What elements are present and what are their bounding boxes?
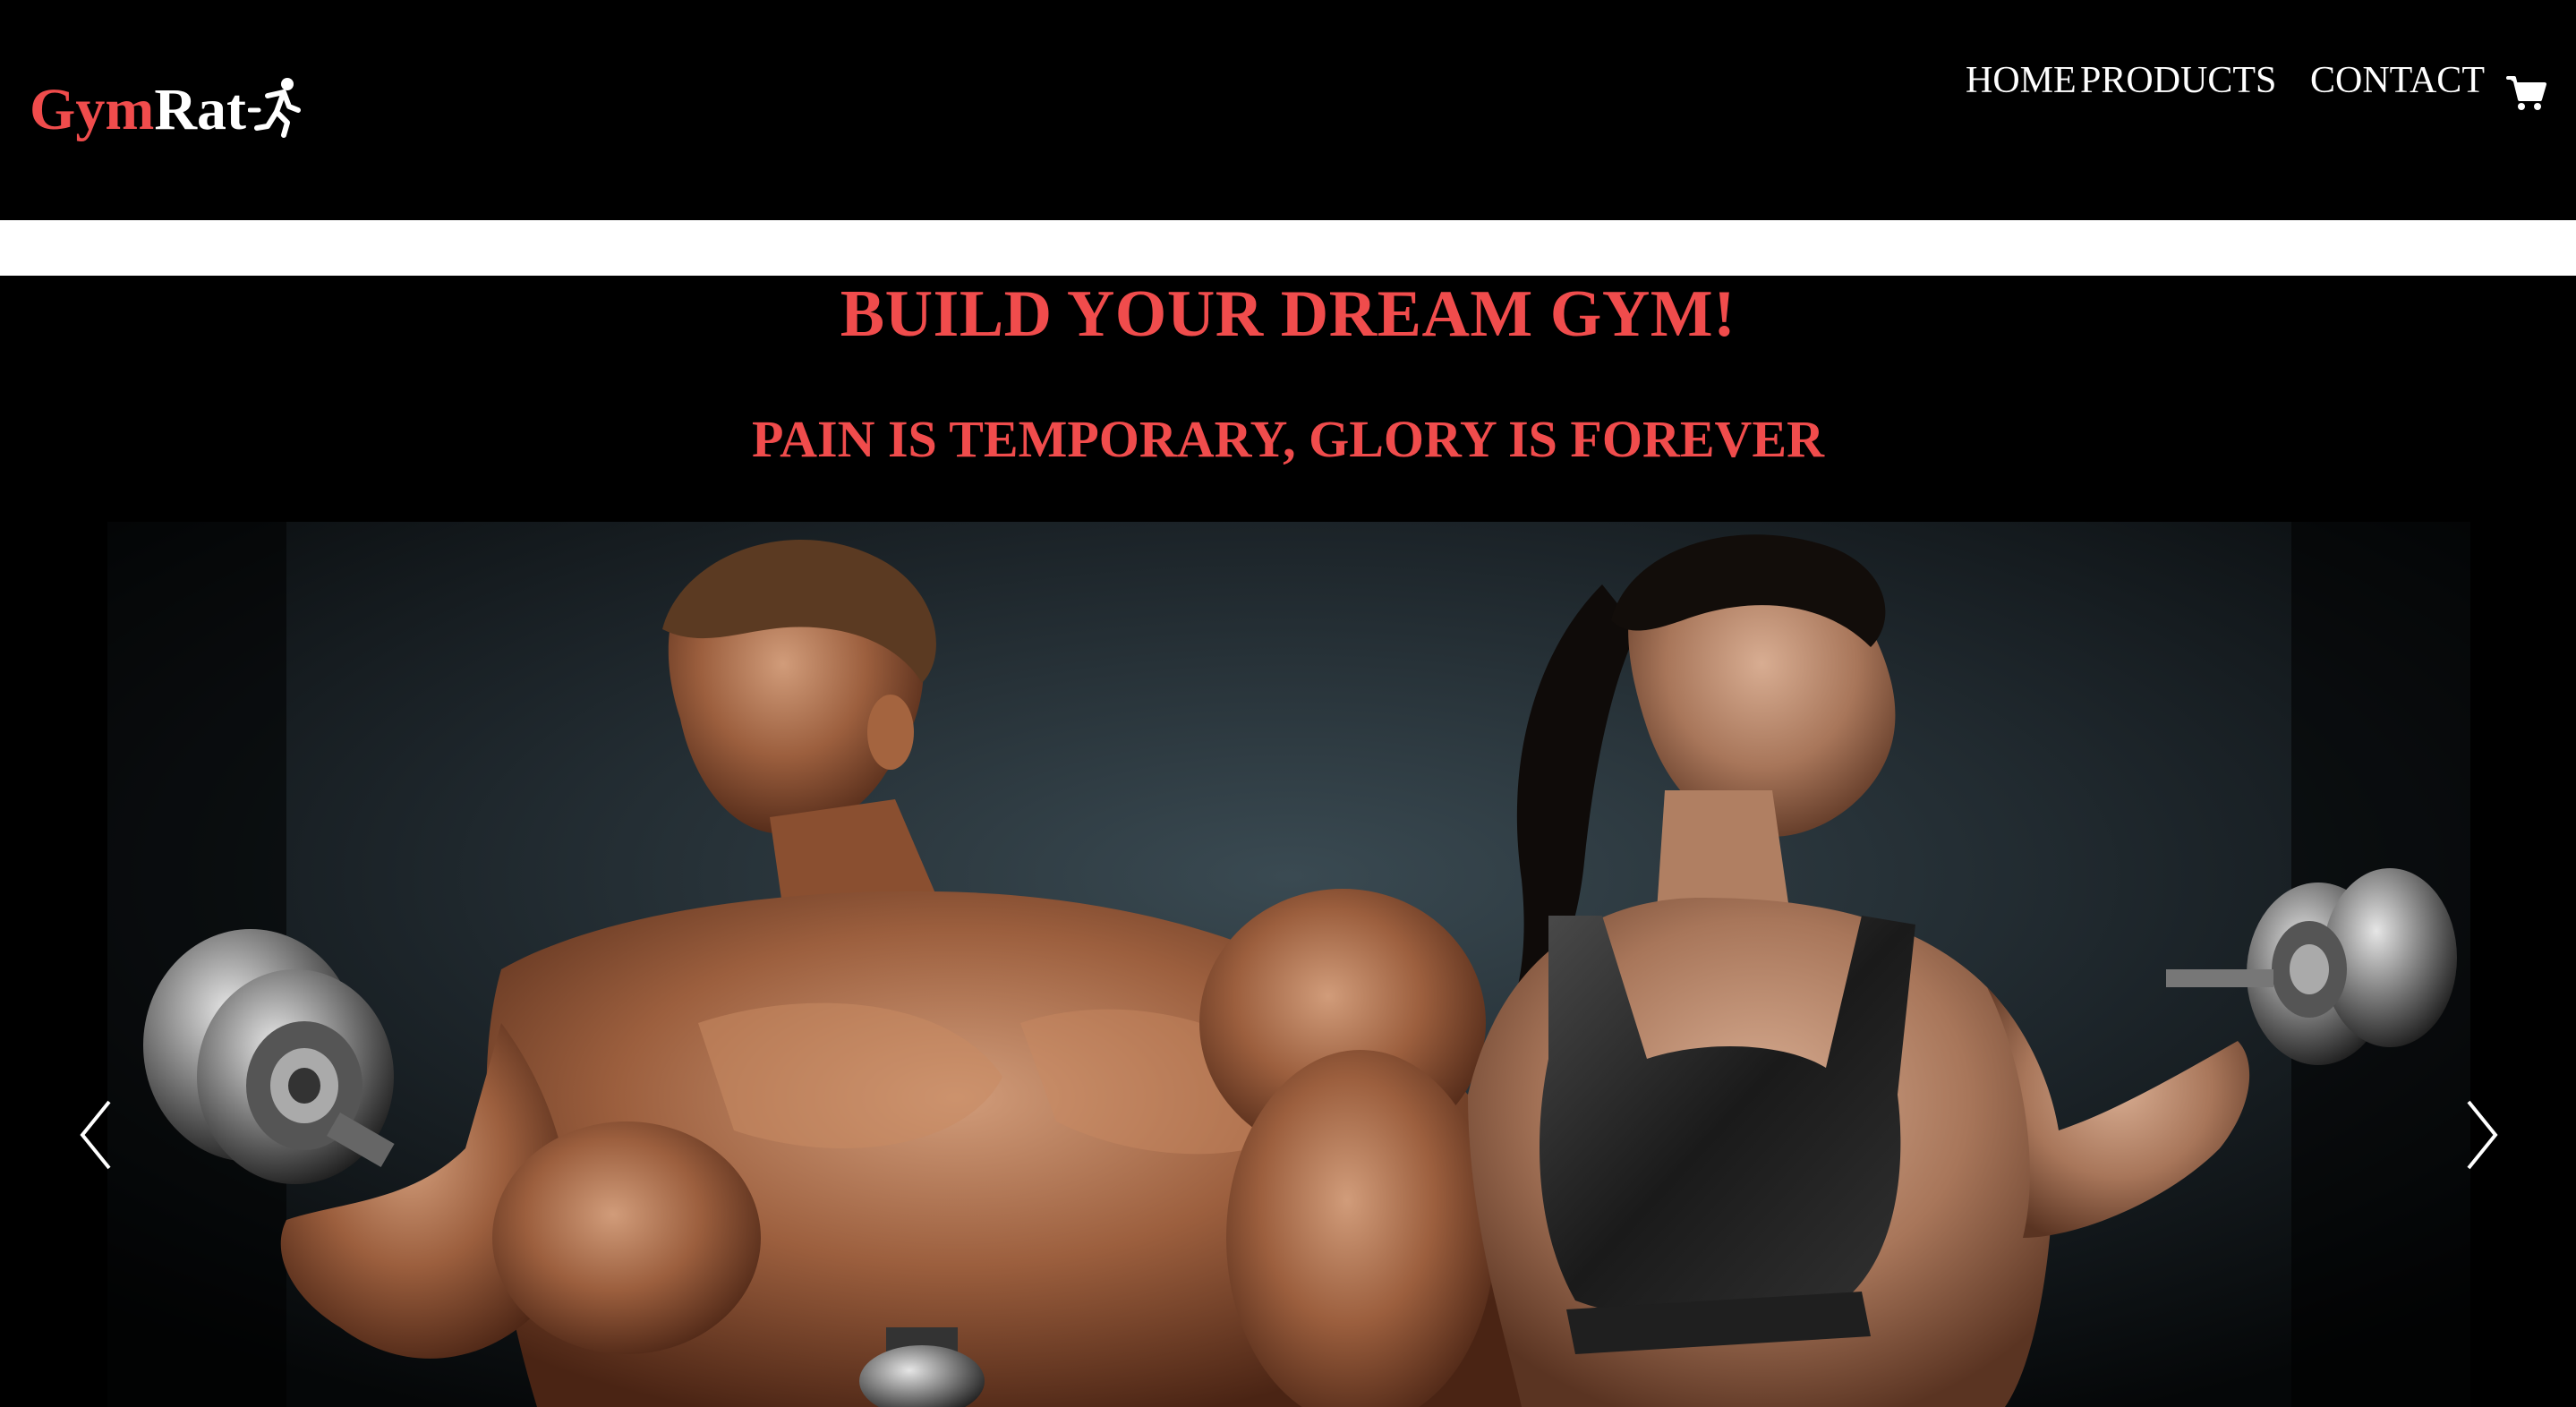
hero-subtitle: PAIN IS TEMPORARY, GLORY IS FOREVER <box>752 410 1824 468</box>
nav-contact-link[interactable]: CONTACT <box>2310 54 2485 107</box>
chevron-right-icon[interactable] <box>2451 1095 2504 1175</box>
nav-home-link[interactable]: HOME <box>1966 54 2077 107</box>
nav-products-link[interactable]: PRODUCTS <box>2080 54 2276 107</box>
brand-name-part1: Gym <box>30 77 155 142</box>
running-person-icon <box>247 78 301 138</box>
chevron-left-icon[interactable] <box>73 1095 127 1175</box>
brand-logo[interactable]: Gym Rat <box>30 70 302 150</box>
shopping-cart-icon[interactable] <box>2506 73 2547 115</box>
man-and-woman-holding-dumbbells-photo <box>0 522 2576 1407</box>
brand-name-part2: Rat <box>154 77 246 142</box>
navbar: Gym Rat HOME PRODUCTS CONTACT <box>0 0 2576 220</box>
image-carousel <box>0 522 2576 1407</box>
hero-section: BUILD YOUR DREAM GYM! PAIN IS TEMPORARY,… <box>0 276 2576 522</box>
header-divider-strip <box>0 220 2576 276</box>
hero-title: BUILD YOUR DREAM GYM! <box>840 277 1736 351</box>
